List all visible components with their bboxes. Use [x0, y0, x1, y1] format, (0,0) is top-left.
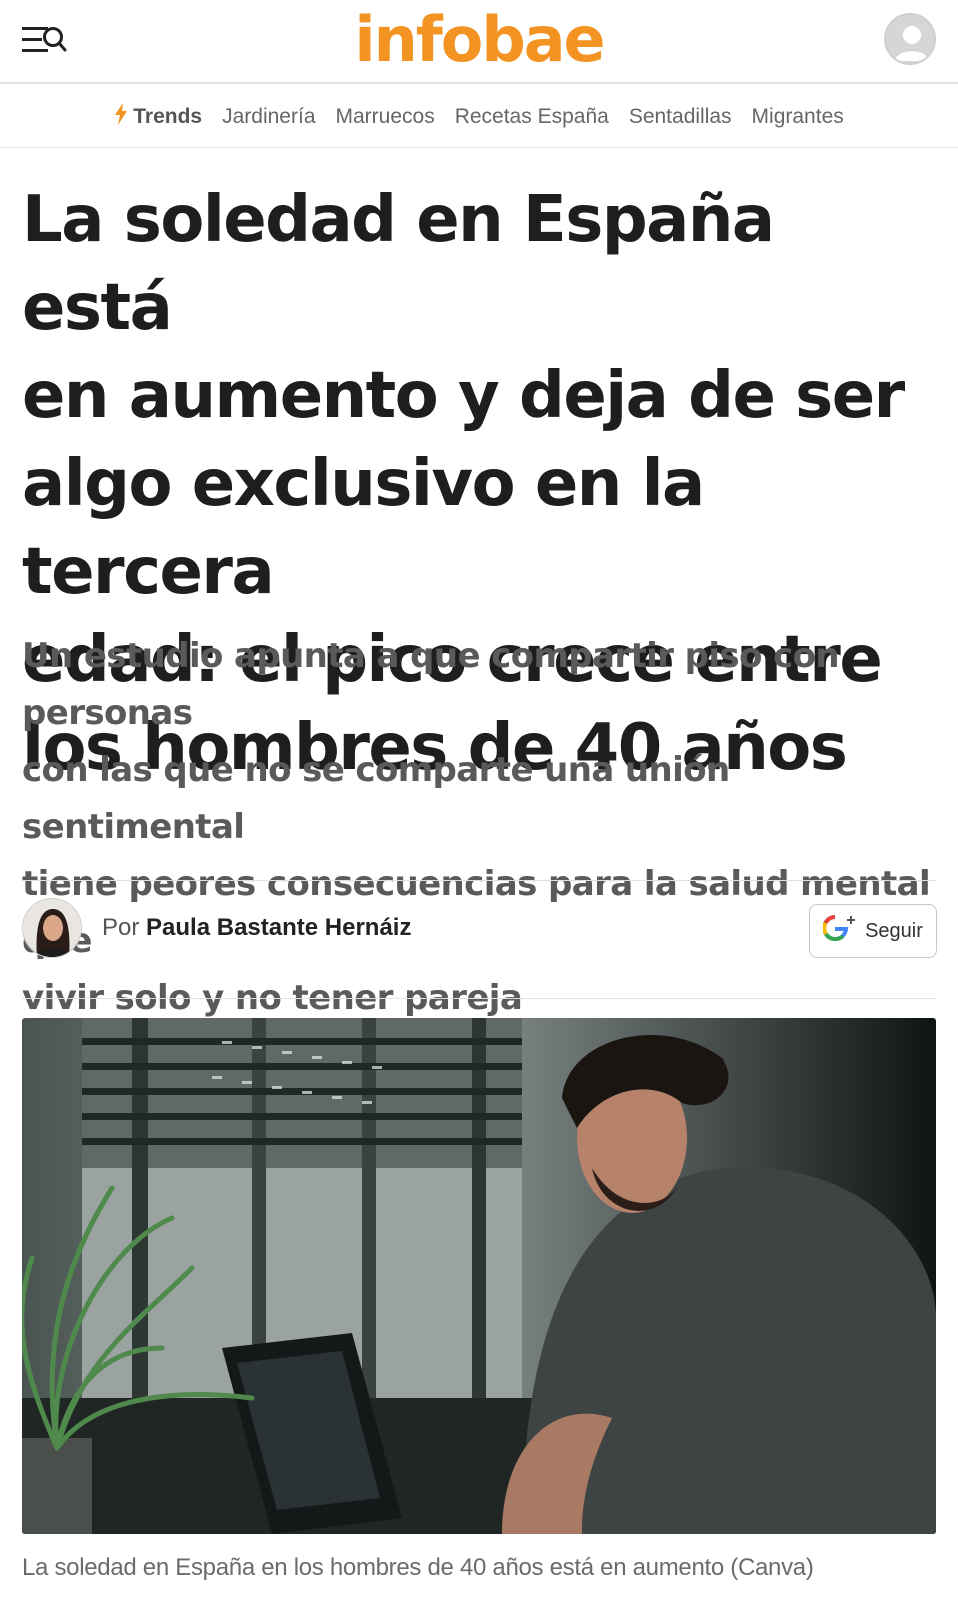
divider — [22, 998, 936, 999]
trends-bar: Trends Jardinería Marruecos Recetas Espa… — [0, 86, 958, 148]
divider — [22, 880, 936, 881]
trends-label: Trends — [133, 104, 203, 128]
trends-heading: Trends — [114, 102, 203, 131]
subtitle-line: Un estudio apunta a que compartir piso c… — [22, 636, 840, 733]
headline-line: en aumento y deja de ser — [22, 359, 905, 433]
byline-prefix: Por — [102, 914, 140, 941]
article-lead-image[interactable] — [22, 1018, 936, 1534]
headline-line: algo exclusivo en la tercera — [22, 447, 705, 609]
trend-link[interactable]: Migrantes — [752, 105, 844, 129]
trend-link[interactable]: Recetas España — [455, 105, 609, 129]
follow-label: Seguir — [865, 919, 923, 942]
subtitle-line: con las que no se comparte una unión sen… — [22, 750, 730, 847]
author-avatar[interactable] — [22, 898, 82, 958]
lightning-icon — [114, 102, 128, 131]
author-name[interactable]: Paula Bastante Hernáiz — [146, 914, 411, 941]
image-caption: La soledad en España en los hombres de 4… — [22, 1554, 814, 1581]
headline-line: La soledad en España está — [22, 183, 775, 345]
google-plus-icon — [822, 915, 857, 947]
user-icon[interactable] — [884, 13, 936, 65]
trend-link[interactable]: Marruecos — [336, 105, 435, 129]
byline: Por Paula Bastante Hernáiz — [102, 914, 411, 942]
site-logo[interactable]: infobae — [0, 4, 958, 76]
trend-link[interactable]: Sentadillas — [629, 105, 732, 129]
top-bar: infobae — [0, 0, 958, 84]
author-row: Por Paula Bastante Hernáiz Seguir — [22, 898, 937, 978]
trend-link[interactable]: Jardinería — [222, 105, 315, 129]
follow-button[interactable]: Seguir — [809, 904, 937, 958]
